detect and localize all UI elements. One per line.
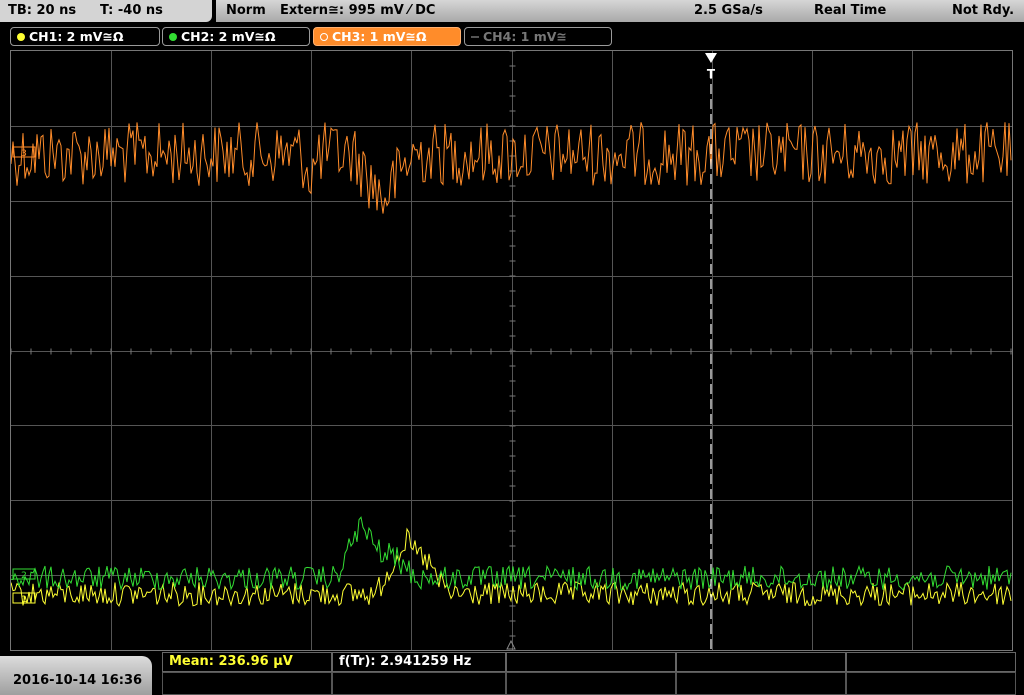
graticule bbox=[11, 51, 1012, 650]
measurement-slot-10[interactable] bbox=[846, 672, 1016, 695]
measurement-slot-3[interactable] bbox=[506, 652, 676, 672]
mean-value: Mean: 236.96 µV bbox=[169, 654, 293, 669]
trigger-marker-label: T bbox=[707, 67, 716, 81]
measurement-slot-9[interactable] bbox=[676, 672, 846, 695]
frequency-value: f(Tr): 2.941259 Hz bbox=[339, 654, 472, 669]
datetime-label: 2016-10-14 16:36 bbox=[13, 673, 143, 688]
ch2-trace bbox=[11, 516, 1012, 592]
ch4-label: CH4: 1 mV≅ bbox=[483, 29, 567, 44]
horizontal-position-marker-icon[interactable] bbox=[506, 639, 516, 650]
ch2-indicator-icon bbox=[169, 33, 177, 41]
top-bar: TB: 20 ns T: -40 ns Norm Extern≅: 995 mV… bbox=[0, 0, 1024, 24]
waveform-svg: T 3 2 1 bbox=[11, 51, 1012, 650]
ch3-level-marker[interactable]: 3 bbox=[12, 146, 36, 159]
trigger-source-label[interactable]: Extern≅: 995 mV ⁄ DC bbox=[280, 3, 435, 18]
trigger-marker-icon[interactable] bbox=[705, 53, 717, 63]
ch1-trace bbox=[11, 527, 1012, 607]
ch1-marker-label: 1 bbox=[21, 595, 27, 605]
channel-tab-ch2[interactable]: CH2: 2 mV≅Ω bbox=[162, 27, 310, 46]
waveform-display[interactable]: T 3 2 1 bbox=[10, 50, 1013, 651]
acquisition-status-strip: Norm Extern≅: 995 mV ⁄ DC 2.5 GSa/s Real… bbox=[216, 0, 1024, 22]
acquisition-mode-label[interactable]: Real Time bbox=[814, 3, 886, 18]
ch2-label: CH2: 2 mV≅Ω bbox=[181, 29, 276, 44]
ch2-marker-label: 2 bbox=[21, 571, 27, 581]
trigger-time-label[interactable]: T: -40 ns bbox=[100, 3, 163, 18]
measurement-slot-8[interactable] bbox=[506, 672, 676, 695]
channel-tab-ch3[interactable]: CH3: 1 mV≅Ω bbox=[313, 27, 461, 46]
measurement-slot-4[interactable] bbox=[676, 652, 846, 672]
timebase-box[interactable]: TB: 20 ns T: -40 ns bbox=[0, 0, 212, 22]
measurement-slot-7[interactable] bbox=[332, 672, 506, 695]
ch3-trace bbox=[11, 122, 1012, 214]
channel-tab-ch4[interactable]: CH4: 1 mV≅ bbox=[464, 27, 612, 46]
ch3-indicator-icon bbox=[320, 33, 328, 41]
measurement-mean[interactable]: Mean: 236.96 µV bbox=[162, 652, 332, 672]
measurement-frequency[interactable]: f(Tr): 2.941259 Hz bbox=[332, 652, 506, 672]
ch4-indicator-icon bbox=[471, 36, 479, 38]
ch1-indicator-icon bbox=[17, 33, 25, 41]
channel-tab-ch1[interactable]: CH1: 2 mV≅Ω bbox=[10, 27, 160, 46]
ch3-marker-label: 3 bbox=[21, 149, 27, 159]
measurement-slot-5[interactable] bbox=[846, 652, 1016, 672]
datetime-box: 2016-10-14 16:36 bbox=[0, 656, 152, 695]
sample-rate-label: 2.5 GSa/s bbox=[694, 3, 763, 18]
ch3-label: CH3: 1 mV≅Ω bbox=[332, 29, 427, 44]
measurement-slot-6[interactable] bbox=[162, 672, 332, 695]
acquisition-status-label: Not Rdy. bbox=[952, 3, 1015, 18]
timebase-label[interactable]: TB: 20 ns bbox=[8, 3, 76, 18]
ch1-label: CH1: 2 mV≅Ω bbox=[29, 29, 124, 44]
trigger-mode-label[interactable]: Norm bbox=[226, 3, 266, 18]
